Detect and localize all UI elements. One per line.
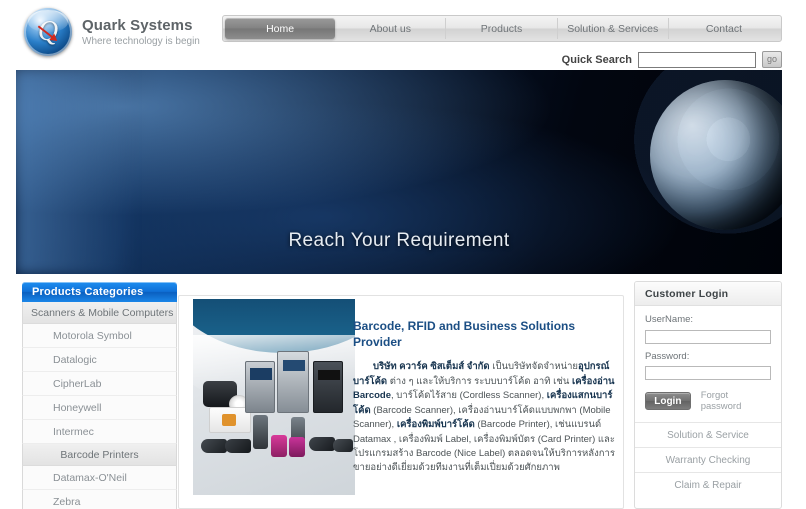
product-printer-2 [277,351,309,413]
password-field[interactable] [645,366,771,380]
product-scanner-2 [225,439,251,453]
product-pink-device-2 [289,437,305,457]
sidebar-item-zebra[interactable]: Zebra [22,490,177,509]
sidebar-item-datalogic[interactable]: Datalogic [22,348,177,372]
quark-logo-icon: Q [24,8,72,56]
sidebar-header: Products Categories [22,282,177,302]
quick-search-label: Quick Search [561,53,632,66]
login-panel-body: UserName: Password: Login Forgot passwor… [635,306,781,422]
product-scanner-4 [333,439,353,452]
username-field[interactable] [645,329,771,344]
main-content-panel: Barcode, RFID and Business Solutions Pro… [178,295,624,509]
forgot-password-link[interactable]: Forgot password [701,390,771,412]
brand-tagline: Where technology is begin [82,35,200,47]
moon-graphic [650,80,782,230]
page-root: Q Quark Systems Where technology is begi… [0,0,806,509]
promo-body: บริษัท ควาร์ค ซิสเต็มส์ จำกัด เป็นบริษัท… [353,361,615,474]
login-panel-header: Customer Login [635,282,781,306]
sidebar-item-honeywell[interactable]: Honeywell [22,396,177,420]
nav-item-contact[interactable]: Contact [669,18,779,39]
sidebar-item-intermec[interactable]: Intermec [22,420,177,444]
sidebar-item-cipherlab[interactable]: CipherLab [22,372,177,396]
nav-item-products[interactable]: Products [446,18,558,39]
site-header: Q Quark Systems Where technology is begi… [0,0,806,76]
product-printer-1 [245,361,275,413]
main-navigation: Home About us Products Solution & Servic… [222,15,782,42]
category-group-barcode-printers[interactable]: Barcode Printers [22,444,177,466]
quick-search: Quick Search go [562,51,782,68]
rail-link-claim-repair[interactable]: Claim & Repair [635,472,781,497]
customer-login-rail: Customer Login UserName: Password: Login… [634,281,782,509]
product-scanner-3 [309,437,335,451]
rail-link-solution-service[interactable]: Solution & Service [635,422,781,447]
brand-text: Quark Systems Where technology is begin [82,17,200,48]
rail-link-warranty-checking[interactable]: Warranty Checking [635,447,781,472]
product-pink-device-1 [271,435,287,457]
barcode-products-collage [193,299,355,495]
search-go-button[interactable]: go [762,51,782,68]
password-label: Password: [645,350,690,362]
products-categories-sidebar: Products Categories Scanners & Mobile Co… [22,282,177,509]
sidebar-item-datamax-oneil[interactable]: Datamax-O'Neil [22,466,177,490]
brand-name: Quark Systems [82,16,193,34]
search-input[interactable] [638,51,756,68]
nav-item-home[interactable]: Home [225,18,336,39]
nav-item-about-us[interactable]: About us [335,18,447,39]
brand-logo[interactable]: Q Quark Systems Where technology is begi… [24,8,200,56]
promo-copy: Barcode, RFID and Business Solutions Pro… [353,318,615,476]
login-button[interactable]: Login [645,392,691,410]
banner-headline: Reach Your Requirement [288,230,510,251]
product-mobile-computer-1 [253,415,268,449]
hero-banner: Reach Your Requirement [16,70,782,274]
category-group-scanners[interactable]: Scanners & Mobile Computers [22,302,177,324]
product-scanner-1 [201,439,227,453]
product-printer-3 [313,361,343,413]
nav-item-solution-services[interactable]: Solution & Services [558,18,669,39]
username-label: UserName: [645,314,694,325]
login-actions: Login Forgot password [645,390,771,412]
promo-title: Barcode, RFID and Business Solutions Pro… [353,319,576,350]
sidebar-item-motorola-symbol[interactable]: Motorola Symbol [22,324,177,348]
